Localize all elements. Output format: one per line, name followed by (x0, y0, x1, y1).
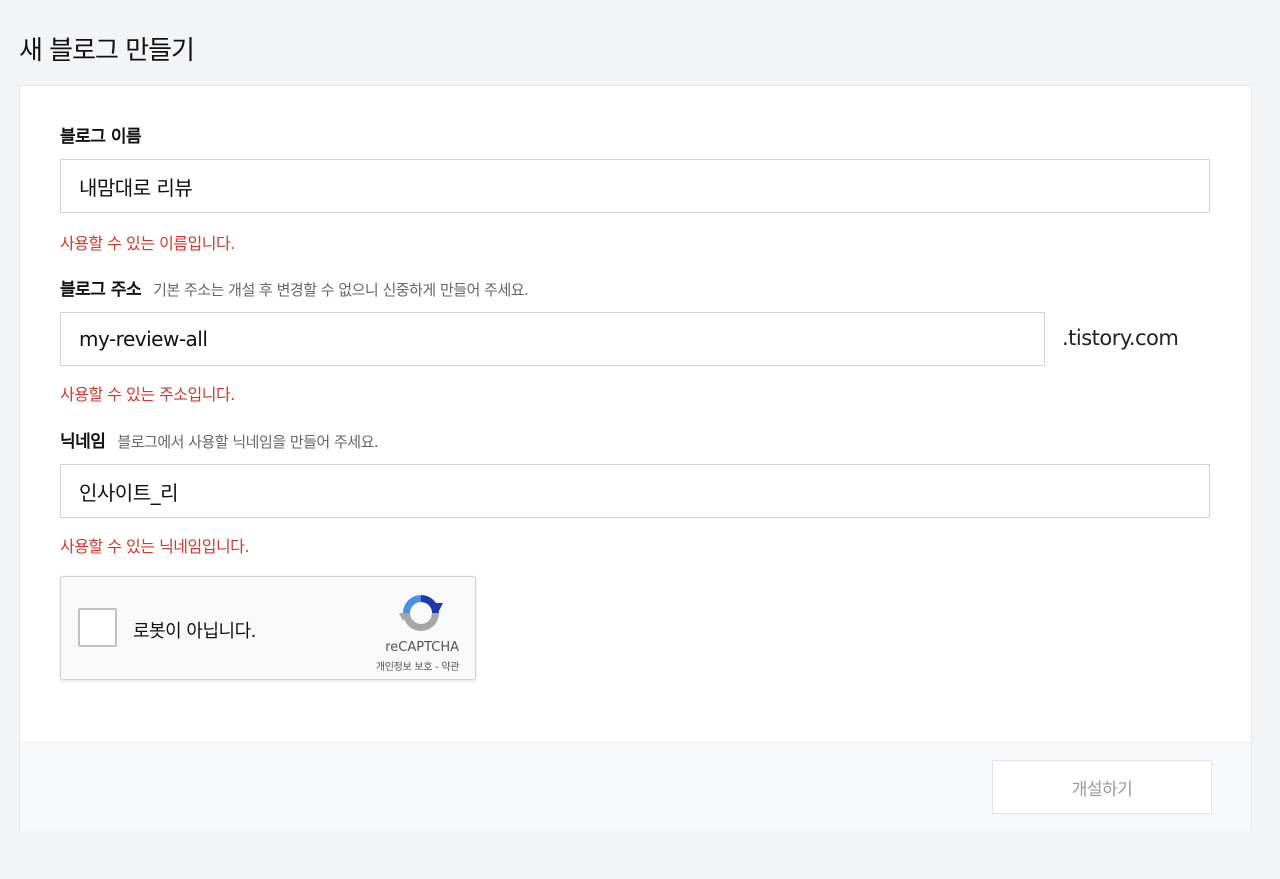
recaptcha-label: 로봇이 아닙니다. (133, 621, 256, 642)
blog-name-label: 블로그 이름 (60, 127, 142, 147)
recaptcha-privacy-terms-links[interactable]: 개인정보 보호 - 약관 (376, 658, 459, 673)
domain-suffix: .tistory.com (1062, 326, 1179, 350)
blog-name-input[interactable] (60, 159, 1210, 213)
nickname-input[interactable] (60, 464, 1210, 518)
page-title: 새 블로그 만들기 (19, 36, 195, 66)
blog-name-message: 사용할 수 있는 이름입니다. (60, 234, 235, 253)
nickname-message: 사용할 수 있는 닉네임입니다. (60, 537, 249, 556)
recaptcha-checkbox[interactable] (78, 608, 117, 647)
nickname-hint: 블로그에서 사용할 닉네임을 만들어 주세요. (117, 433, 379, 451)
create-blog-button[interactable]: 개설하기 (992, 760, 1212, 814)
blog-create-form: 블로그 이름 사용할 수 있는 이름입니다. 블로그 주소 기본 주소는 개설 … (19, 85, 1252, 831)
nickname-label-row: 닉네임 블로그에서 사용할 닉네임을 만들어 주세요. (60, 427, 379, 452)
recaptcha-widget: 로봇이 아닙니다. reCAPTCHA 개인정보 보호 - 약관 (60, 576, 476, 680)
form-footer: 개설하기 (20, 742, 1251, 831)
blog-address-message: 사용할 수 있는 주소입니다. (60, 385, 235, 404)
blog-address-hint: 기본 주소는 개설 후 변경할 수 없으니 신중하게 만들어 주세요. (153, 281, 529, 299)
blog-name-label-row: 블로그 이름 (60, 122, 142, 147)
blog-address-input[interactable] (60, 312, 1045, 366)
blog-address-label: 블로그 주소 (60, 280, 142, 300)
nickname-label: 닉네임 (60, 432, 106, 452)
recaptcha-icon (399, 595, 443, 631)
blog-address-label-row: 블로그 주소 기본 주소는 개설 후 변경할 수 없으니 신중하게 만들어 주세… (60, 275, 529, 300)
recaptcha-brand: reCAPTCHA (385, 640, 459, 655)
